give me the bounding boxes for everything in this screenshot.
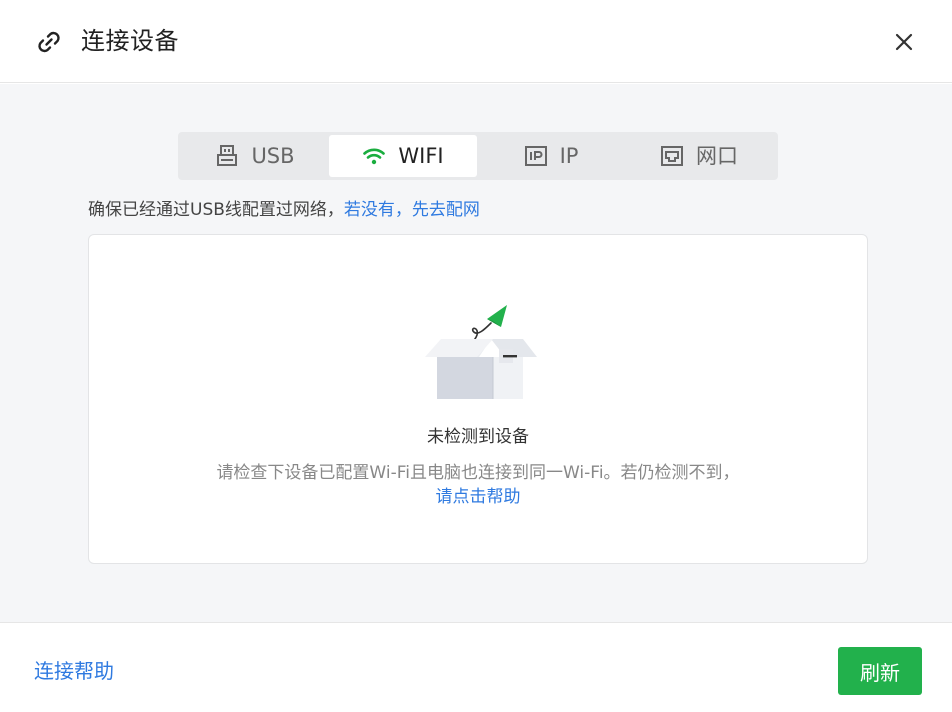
connection-type-tabs: USB WIFI IP 网口 — [178, 132, 778, 180]
ethernet-port-icon — [661, 146, 683, 166]
configure-network-link[interactable]: 若没有，先去配网 — [344, 200, 480, 220]
link-icon — [38, 31, 60, 53]
network-config-hint: 确保已经通过USB线配置过网络，若没有，先去配网 — [88, 198, 480, 222]
empty-box-icon — [425, 305, 537, 399]
dialog-header: 连接设备 — [0, 0, 952, 83]
empty-state-description: 请检查下设备已配置Wi-Fi且电脑也连接到同一Wi-Fi。若仍检测不到， — [216, 463, 740, 483]
refresh-button[interactable]: 刷新 — [838, 647, 922, 695]
device-list-panel: 未检测到设备 请检查下设备已配置Wi-Fi且电脑也连接到同一Wi-Fi。若仍检测… — [88, 234, 868, 564]
usb-icon — [217, 145, 238, 166]
ip-icon — [524, 146, 547, 166]
tab-label: 网口 — [696, 144, 738, 168]
wifi-icon — [363, 148, 386, 165]
close-icon[interactable] — [890, 28, 918, 56]
dialog-title: 连接设备 — [81, 27, 179, 55]
tab-ethernet[interactable]: 网口 — [625, 135, 773, 177]
hint-text: 确保已经通过USB线配置过网络， — [88, 200, 344, 220]
tab-ip[interactable]: IP — [477, 135, 625, 177]
connect-device-dialog: 连接设备 USB WIFI IP 网口 确保已经通过USB线配置过网络，若没有，… — [0, 0, 952, 712]
help-link[interactable]: 请点击帮助 — [89, 485, 867, 509]
tab-label: IP — [559, 144, 579, 168]
dialog-footer: 连接帮助 刷新 — [0, 622, 952, 712]
dialog-body: USB WIFI IP 网口 确保已经通过USB线配置过网络，若没有，先去配网 … — [0, 84, 952, 622]
empty-state-title: 未检测到设备 — [427, 427, 529, 447]
connection-help-link[interactable]: 连接帮助 — [34, 657, 114, 685]
tab-label: USB — [251, 144, 295, 168]
tab-wifi[interactable]: WIFI — [329, 135, 477, 177]
tab-label: WIFI — [398, 144, 444, 168]
tab-usb[interactable]: USB — [181, 135, 329, 177]
